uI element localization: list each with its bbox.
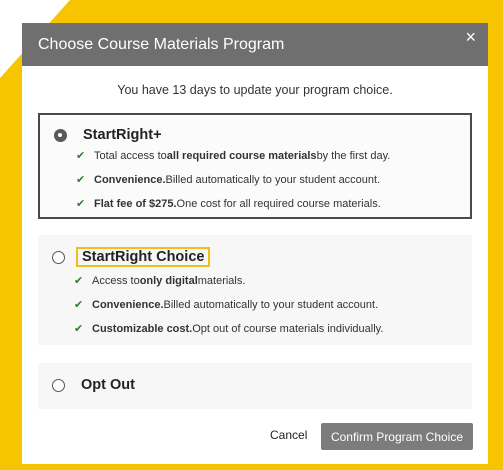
course-materials-modal: Choose Course Materials Program × You ha… (22, 23, 488, 464)
radio-opt-out[interactable] (52, 378, 65, 392)
bullet-bold: Flat fee of $275. (94, 198, 177, 210)
bullet-text: Billed automatically to your student acc… (163, 299, 379, 311)
option-title-row: StartRight+ (54, 127, 162, 143)
option-title-row: Opt Out (52, 377, 135, 393)
cancel-button[interactable]: Cancel (270, 428, 307, 442)
bullet-text: One cost for all required course materia… (176, 198, 381, 210)
list-item: ✔ Convenience. Billed automatically to y… (74, 293, 383, 317)
bullet-bold: Customizable cost. (92, 323, 193, 335)
list-item: ✔ Total access to all required course ma… (76, 144, 390, 168)
check-icon: ✔ (76, 198, 86, 210)
list-item: ✔ Customizable cost. Opt out of course m… (74, 317, 383, 341)
bullet-bold: Convenience. (92, 299, 164, 311)
bullet-text: materials. (197, 275, 246, 287)
option-startright-plus[interactable]: StartRight+ ✔ Total access to all requir… (38, 113, 472, 219)
option-title: Opt Out (81, 377, 135, 393)
check-icon: ✔ (74, 299, 84, 311)
bullet-bold: Convenience. (94, 174, 166, 186)
option-bullets: ✔ Access to only digital materials. ✔ Co… (74, 269, 383, 341)
option-startright-choice[interactable]: StartRight Choice ✔ Access to only digit… (38, 235, 472, 345)
check-icon: ✔ (74, 275, 84, 287)
bullet-text: Total access to (94, 150, 167, 162)
option-title: StartRight Choice (75, 247, 211, 267)
check-icon: ✔ (74, 323, 84, 335)
bullet-bold: all required course materials (166, 150, 317, 162)
list-item: ✔ Flat fee of $275. One cost for all req… (76, 192, 390, 216)
bullet-text: by the first day. (316, 150, 391, 162)
radio-startright-choice[interactable] (52, 250, 65, 264)
radio-startright-plus[interactable] (54, 128, 67, 142)
option-title-row: StartRight Choice (52, 247, 211, 267)
bullet-text: Access to (92, 275, 140, 287)
bullet-bold: only digital (139, 275, 198, 287)
bullet-text: Opt out of course materials individually… (192, 323, 384, 335)
list-item: ✔ Access to only digital materials. (74, 269, 383, 293)
option-opt-out[interactable]: Opt Out (38, 363, 472, 409)
option-bullets: ✔ Total access to all required course ma… (76, 144, 390, 216)
modal-title: Choose Course Materials Program (38, 35, 285, 53)
check-icon: ✔ (76, 174, 86, 186)
close-icon[interactable]: × (465, 27, 476, 47)
bullet-text: Billed automatically to your student acc… (165, 174, 381, 186)
confirm-program-button[interactable]: Confirm Program Choice (321, 423, 473, 450)
update-notice: You have 13 days to update your program … (117, 83, 393, 97)
option-title: StartRight+ (83, 127, 162, 143)
list-item: ✔ Convenience. Billed automatically to y… (76, 168, 390, 192)
check-icon: ✔ (76, 150, 86, 162)
modal-header: Choose Course Materials Program × (22, 23, 488, 66)
